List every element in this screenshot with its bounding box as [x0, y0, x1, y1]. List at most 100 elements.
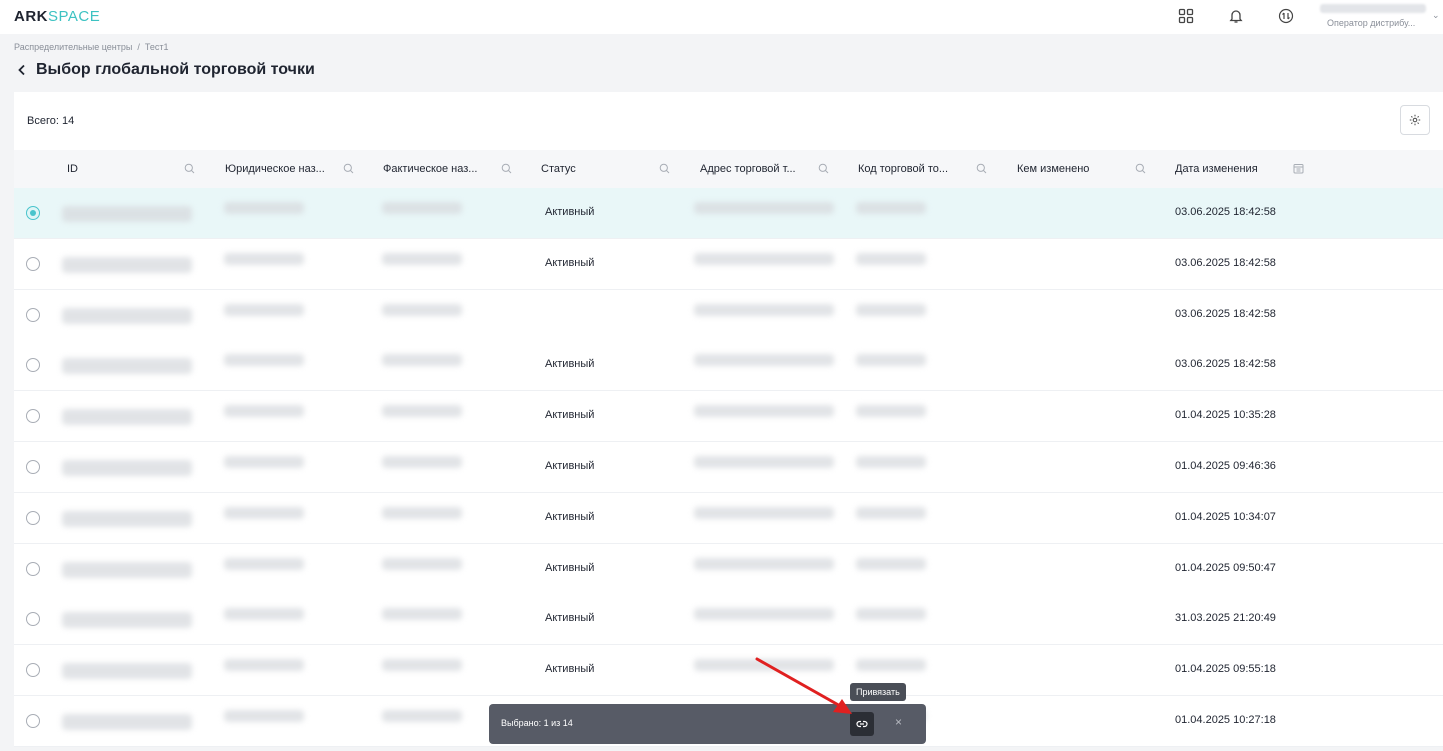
row-select-radio[interactable]: [26, 460, 40, 474]
modified-date-cell: 03.06.2025 18:42:58: [1175, 256, 1276, 269]
redacted-cell: [694, 557, 834, 570]
row-select-radio[interactable]: [26, 206, 40, 220]
row-select-radio[interactable]: [26, 561, 40, 576]
row-select-radio[interactable]: [26, 256, 40, 271]
table-settings-button[interactable]: [1400, 105, 1430, 135]
row-select-radio[interactable]: [26, 409, 40, 424]
redacted-cell: [382, 303, 462, 316]
redacted-cell: [224, 456, 304, 468]
redacted-cell: [694, 252, 834, 265]
row-select-radio[interactable]: [26, 612, 40, 627]
redacted-cell: [224, 659, 304, 672]
redacted-cell: [694, 608, 834, 621]
redacted-cell: [62, 663, 192, 680]
row-select-radio[interactable]: [26, 510, 40, 525]
redacted-cell: [62, 307, 192, 324]
link-tooltip: Привязать: [850, 683, 906, 701]
status-cell: Активный: [545, 460, 595, 472]
table-row[interactable]: Активный 31.03.2025 21:20:49: [14, 594, 1443, 646]
status-cell: Активный: [545, 409, 595, 422]
row-select-radio[interactable]: [26, 358, 40, 373]
redacted-cell: [856, 252, 926, 265]
apps-grid-icon[interactable]: [1177, 7, 1195, 25]
table-row[interactable]: Активный 01.04.2025 10:35:28: [14, 391, 1443, 443]
redacted-cell: [382, 506, 462, 519]
table-row[interactable]: Активный 03.06.2025 18:42:58: [14, 188, 1443, 239]
redacted-cell: [62, 714, 192, 730]
logo-light-text: SPACE: [48, 8, 101, 25]
selection-action-bar: Выбрано: 1 из 14 ×: [489, 704, 926, 744]
column-header-outlet-code[interactable]: Код торговой то...: [858, 150, 948, 188]
total-count: Всего: 14: [27, 115, 75, 127]
redacted-cell: [224, 557, 304, 570]
redacted-cell: [856, 405, 926, 418]
redacted-cell: [224, 303, 304, 316]
title-row: Выбор глобальной торговой точки: [16, 60, 315, 80]
redacted-cell: [224, 710, 304, 722]
chevron-down-icon: ⌄: [1432, 10, 1440, 20]
bell-icon[interactable]: [1227, 7, 1245, 25]
table-row[interactable]: Активный 01.04.2025 09:46:36: [14, 442, 1443, 493]
link-icon: [856, 720, 868, 728]
table-row[interactable]: 03.06.2025 18:42:58: [14, 289, 1443, 341]
row-select-radio[interactable]: [26, 714, 40, 728]
column-header-outlet-address[interactable]: Адрес торговой т...: [700, 150, 796, 188]
status-cell: Активный: [545, 612, 595, 625]
column-header-modified-date[interactable]: Дата изменения: [1175, 150, 1258, 188]
table-row[interactable]: Активный 01.04.2025 10:34:07: [14, 492, 1443, 544]
column-header-id[interactable]: ID: [67, 150, 78, 188]
table-row[interactable]: Активный 01.04.2025 09:50:47: [14, 543, 1443, 595]
breadcrumb-item-current[interactable]: Тест1: [145, 42, 169, 52]
modified-date-cell: 01.04.2025 10:27:18: [1175, 714, 1276, 726]
table-row[interactable]: Активный 03.06.2025 18:42:58: [14, 238, 1443, 290]
modified-date-cell: 01.04.2025 09:50:47: [1175, 561, 1276, 574]
redacted-cell: [856, 202, 926, 214]
column-header-legal-name[interactable]: Юридическое наз...: [225, 150, 325, 188]
breadcrumb-separator: /: [137, 42, 140, 52]
user-role: Оператор дистрибу...: [1327, 18, 1416, 28]
back-arrow-icon[interactable]: [16, 64, 28, 76]
page-title: Выбор глобальной торговой точки: [36, 61, 315, 78]
table-row[interactable]: Активный 01.04.2025 09:55:18: [14, 645, 1443, 697]
user-menu[interactable]: Оператор дистрибу... ⌄: [1320, 2, 1440, 32]
redacted-cell: [694, 405, 834, 418]
breadcrumb-item-distribution-centers[interactable]: Распределительные центры: [14, 42, 132, 52]
redacted-cell: [856, 506, 926, 519]
redacted-cell: [382, 354, 462, 367]
row-select-radio[interactable]: [26, 663, 40, 678]
redacted-cell: [382, 659, 462, 672]
redacted-cell: [382, 557, 462, 570]
redacted-cell: [856, 659, 926, 672]
redacted-cell: [62, 612, 192, 629]
app-logo[interactable]: ARKSPACE: [14, 8, 100, 25]
table-card: Всего: 14 ID Юридическое наз... Фактичес…: [14, 92, 1443, 747]
column-header-status[interactable]: Статус: [541, 150, 576, 188]
redacted-cell: [62, 409, 192, 426]
modified-date-cell: 01.04.2025 09:46:36: [1175, 460, 1276, 472]
selected-count: Выбрано: 1 из 14: [501, 718, 573, 728]
close-icon[interactable]: ×: [895, 716, 902, 728]
redacted-cell: [224, 202, 304, 214]
redacted-cell: [62, 358, 192, 375]
redacted-cell: [224, 252, 304, 265]
modified-date-cell: 03.06.2025 18:42:58: [1175, 358, 1276, 371]
column-header-actual-name[interactable]: Фактическое наз...: [383, 150, 477, 188]
redacted-cell: [62, 206, 192, 222]
modified-date-cell: 03.06.2025 18:42:58: [1175, 307, 1276, 320]
status-cell: Активный: [545, 256, 595, 269]
redacted-cell: [856, 456, 926, 468]
exchange-icon[interactable]: [1277, 7, 1295, 25]
redacted-cell: [62, 561, 192, 578]
gear-icon: [1409, 114, 1421, 126]
redacted-cell: [694, 659, 834, 672]
link-button[interactable]: [850, 712, 874, 736]
top-bar: ARKSPACE Оператор дистрибу... ⌄: [0, 0, 1443, 34]
redacted-cell: [856, 557, 926, 570]
table-row[interactable]: Активный 03.06.2025 18:42:58: [14, 340, 1443, 392]
column-header-modified-by[interactable]: Кем изменено: [1017, 150, 1089, 188]
redacted-cell: [62, 460, 192, 476]
redacted-cell: [382, 608, 462, 621]
logo-bold-text: ARK: [14, 8, 48, 25]
row-select-radio[interactable]: [26, 307, 40, 322]
redacted-cell: [382, 456, 462, 468]
